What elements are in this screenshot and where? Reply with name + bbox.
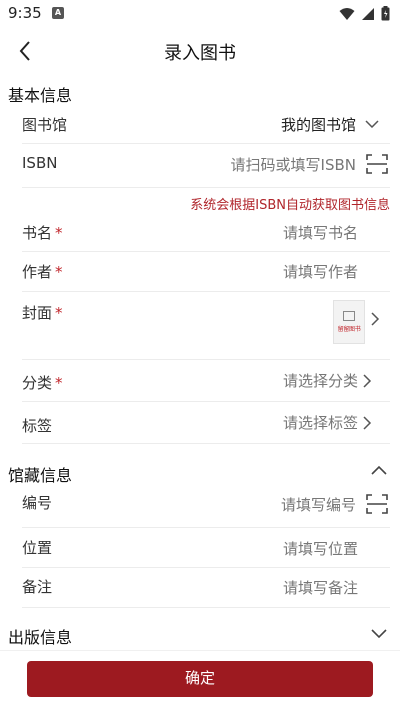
location-label: 位置 <box>22 539 53 557</box>
category-row[interactable]: 分类 * 请选择分类 <box>22 360 390 402</box>
scan-icon[interactable] <box>366 493 388 515</box>
category-label: 分类 * <box>22 374 63 392</box>
note-row: 备注 请填写备注 <box>22 568 390 608</box>
location-input[interactable]: 请填写位置 <box>283 538 358 559</box>
battery-icon <box>381 6 390 21</box>
note-label: 备注 <box>22 578 53 596</box>
tags-row[interactable]: 标签 请选择标签 <box>22 402 390 444</box>
number-label: 编号 <box>22 494 53 512</box>
tags-label: 标签 <box>22 417 53 435</box>
notification-icon: A <box>52 7 64 19</box>
wifi-icon <box>339 7 355 20</box>
number-row: 编号 请填写编号 <box>22 484 390 528</box>
book-icon <box>343 311 355 321</box>
title-label: 书名 * <box>22 224 63 242</box>
title-input[interactable]: 请填写书名 <box>283 222 358 243</box>
cover-label: 封面 * <box>22 304 63 322</box>
divider <box>0 650 400 651</box>
library-row[interactable]: 图书馆 我的图书馆 <box>22 104 390 144</box>
required-mark: * <box>55 374 63 392</box>
required-mark: * <box>55 304 63 322</box>
signal-icon <box>362 7 374 20</box>
isbn-label: ISBN <box>22 154 58 172</box>
isbn-hint: 系统会根据ISBN自动获取图书信息 <box>190 198 390 213</box>
author-row: 作者 * 请填写作者 <box>22 252 390 292</box>
required-mark: * <box>55 263 63 281</box>
section-publish-header: 出版信息 <box>8 628 73 647</box>
cover-row[interactable]: 封面 * 留留图书 <box>22 292 390 360</box>
scan-icon[interactable] <box>366 153 388 175</box>
nav-bar: 录入图书 <box>0 28 400 74</box>
chevron-up-icon[interactable] <box>370 462 388 480</box>
status-bar: 9:35 A <box>0 0 400 28</box>
section-basic-header: 基本信息 <box>8 86 73 105</box>
chevron-right-icon <box>363 374 372 388</box>
library-label: 图书馆 <box>22 116 68 134</box>
isbn-input[interactable]: 请扫码或填写ISBN <box>231 154 356 175</box>
page-title: 录入图书 <box>164 43 236 64</box>
cover-thumb-text: 留留图书 <box>337 326 361 333</box>
confirm-button[interactable]: 确定 <box>27 661 373 697</box>
author-label: 作者 * <box>22 263 63 281</box>
tags-select[interactable]: 请选择标签 <box>283 412 358 433</box>
category-select[interactable]: 请选择分类 <box>283 370 358 391</box>
status-time: 9:35 <box>8 4 42 22</box>
isbn-row: ISBN 请扫码或填写ISBN <box>22 144 390 188</box>
chevron-right-icon <box>363 416 372 430</box>
location-row: 位置 请填写位置 <box>22 528 390 568</box>
chevron-down-icon[interactable] <box>370 624 388 642</box>
title-row: 书名 * 请填写书名 <box>22 212 390 252</box>
section-collection-header: 馆藏信息 <box>8 466 73 485</box>
required-mark: * <box>55 224 63 242</box>
status-icons <box>339 6 390 21</box>
chevron-down-icon <box>365 120 379 129</box>
number-input[interactable]: 请填写编号 <box>281 494 356 515</box>
library-value: 我的图书馆 <box>280 116 356 134</box>
author-input[interactable]: 请填写作者 <box>283 261 358 282</box>
cover-thumbnail[interactable]: 留留图书 <box>333 300 365 344</box>
chevron-right-icon <box>371 312 380 326</box>
note-input[interactable]: 请填写备注 <box>283 577 358 598</box>
